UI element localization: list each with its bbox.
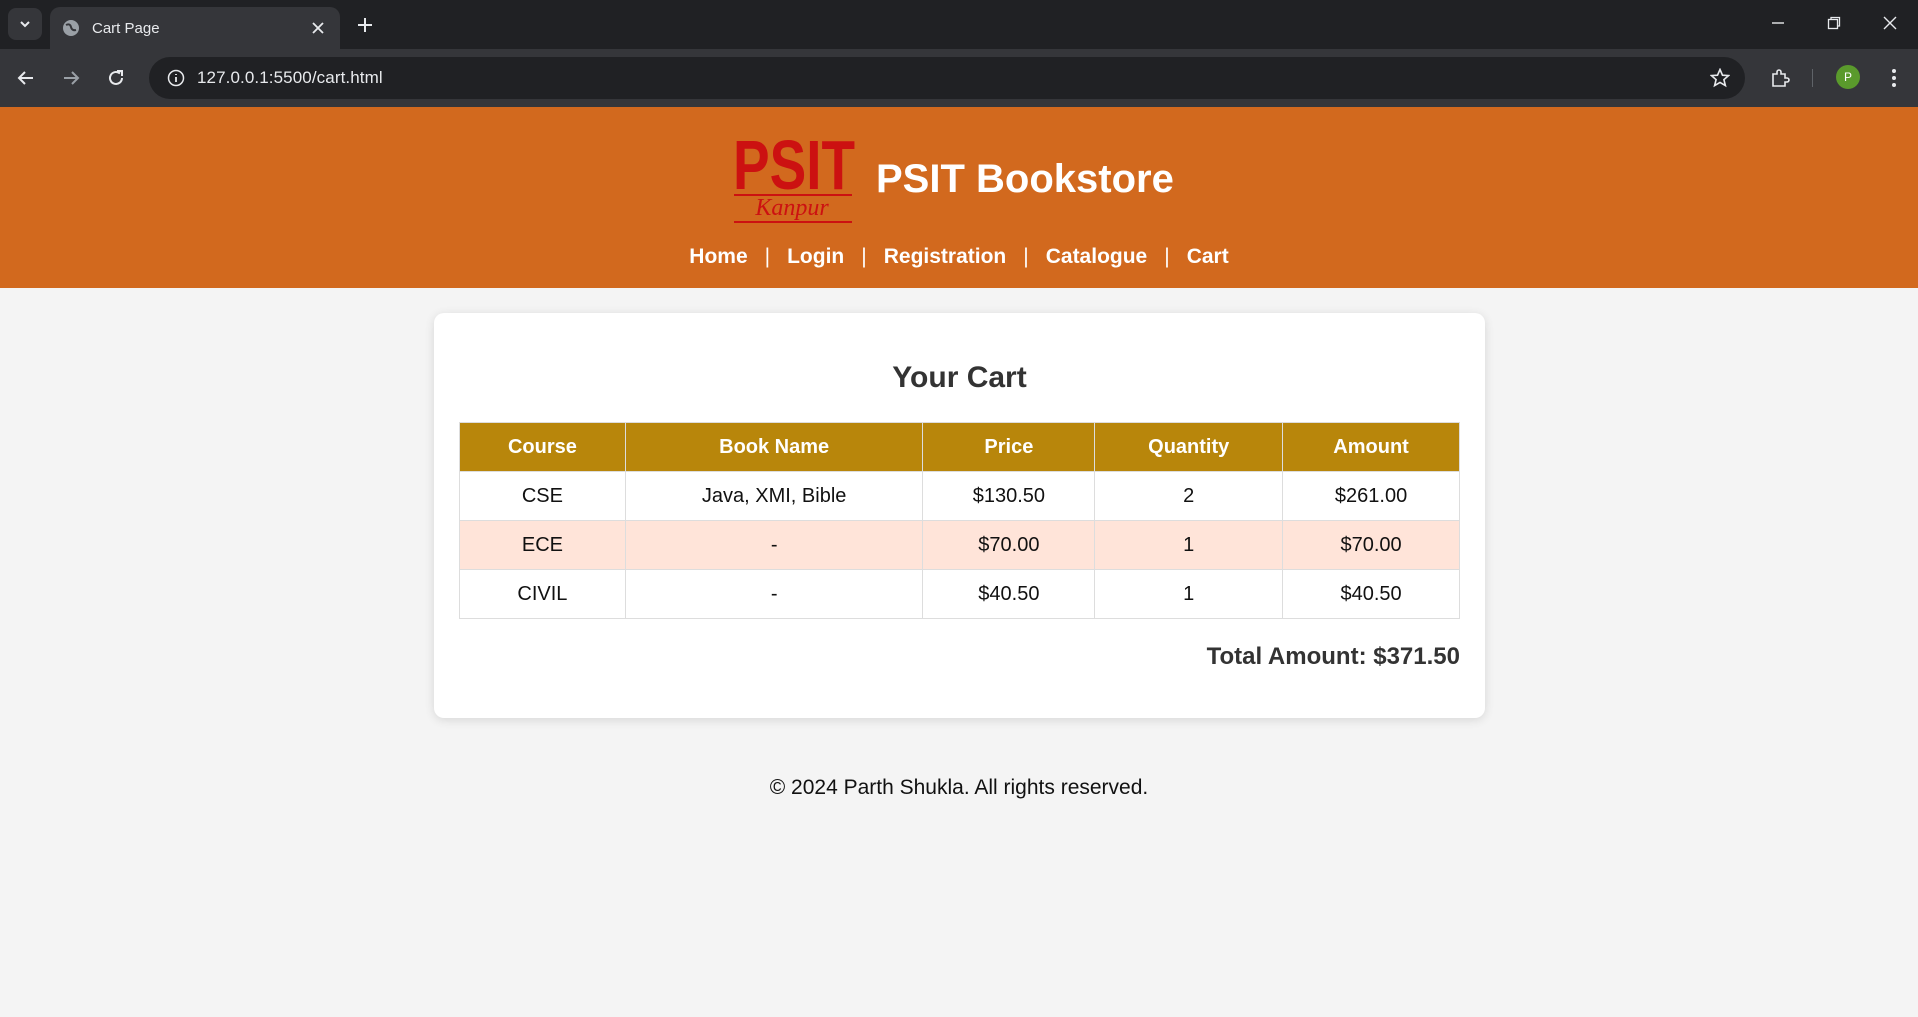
window-close-icon (1883, 16, 1897, 30)
footer-copyright: © 2024 Parth Shukla. All rights reserved… (769, 776, 1149, 799)
cell-amount: $40.50 (1282, 569, 1460, 619)
site-info-icon (167, 69, 185, 87)
cell-course: CIVIL (459, 569, 626, 619)
cell-amount: $261.00 (1282, 471, 1460, 521)
site-info-button[interactable] (155, 57, 197, 99)
profile-avatar[interactable]: P (1836, 65, 1860, 89)
cell-amount: $70.00 (1282, 520, 1460, 570)
kebab-menu-icon (1892, 69, 1896, 87)
window-close-button[interactable] (1862, 0, 1918, 46)
star-icon (1710, 68, 1730, 88)
url-text: 127.0.0.1:5500/cart.html (197, 68, 383, 87)
cell-quantity: 2 (1094, 471, 1284, 521)
active-tab[interactable]: Cart Page (50, 7, 340, 49)
restore-icon (1827, 16, 1841, 30)
tab-list-icon (20, 21, 30, 28)
cell-price: $70.00 (922, 520, 1096, 570)
cell-book-name: Java, XMI, Bible (624, 471, 924, 521)
nav-catalogue[interactable]: Catalogue (1046, 245, 1148, 269)
globe-icon (63, 20, 79, 36)
nav-registration[interactable]: Registration (884, 245, 1007, 269)
minimize-button[interactable] (1750, 0, 1806, 46)
plus-icon (358, 18, 372, 32)
column-header-course: Course (459, 422, 626, 472)
table-row: CSE Java, XMI, Bible $130.50 2 $261.00 (459, 471, 1460, 521)
column-header-quantity: Quantity (1094, 422, 1284, 472)
svg-text:PSIT: PSIT (733, 127, 855, 204)
cell-book-name: - (624, 569, 924, 619)
reload-icon (109, 70, 123, 85)
nav-separator: | (1023, 245, 1029, 268)
cell-price: $40.50 (922, 569, 1096, 619)
address-bar[interactable]: 127.0.0.1:5500/cart.html (149, 57, 1745, 99)
svg-text:Kanpur: Kanpur (754, 195, 829, 221)
new-tab-button[interactable] (352, 12, 378, 38)
close-icon (312, 22, 324, 34)
column-header-book-name: Book Name (624, 422, 924, 472)
cart-heading: Your Cart (892, 361, 1027, 394)
cell-price: $130.50 (922, 471, 1096, 521)
column-header-amount: Amount (1282, 422, 1460, 472)
psit-logo[interactable]: PSIT Kanpur (730, 127, 858, 229)
cell-course: CSE (459, 471, 626, 521)
restore-button[interactable] (1806, 0, 1862, 46)
site-header: PSIT Kanpur PSIT Bookstore Home | Login … (0, 107, 1918, 288)
nav-home[interactable]: Home (689, 245, 747, 269)
nav-separator: | (1164, 245, 1170, 268)
nav-cart[interactable]: Cart (1187, 245, 1229, 269)
cell-quantity: 1 (1094, 520, 1284, 570)
browser-menu-button[interactable] (1876, 60, 1912, 96)
minimize-icon (1772, 22, 1784, 24)
cell-course: ECE (459, 520, 626, 570)
main-nav: Home | Login | Registration | Catalogue … (0, 245, 1918, 269)
back-arrow-icon (17, 71, 33, 85)
bookmark-button[interactable] (1709, 67, 1731, 89)
site-title: PSIT Bookstore (876, 157, 1174, 201)
nav-login[interactable]: Login (787, 245, 844, 269)
browser-toolbar: 127.0.0.1:5500/cart.html P (0, 49, 1918, 107)
nav-separator: | (861, 245, 867, 268)
column-header-price: Price (922, 422, 1096, 472)
cell-book-name: - (624, 520, 924, 570)
tab-list-button[interactable] (8, 8, 42, 40)
extensions-button[interactable] (1762, 60, 1798, 96)
forward-arrow-icon (64, 71, 80, 85)
nav-separator: | (764, 245, 771, 268)
toolbar-divider (1812, 69, 1813, 87)
tab-title: Cart Page (92, 19, 160, 37)
reload-button[interactable] (98, 60, 134, 96)
cart-card: Your Cart Course Book Name Price Quantit… (434, 313, 1485, 718)
back-button[interactable] (8, 60, 44, 96)
table-header-row: Course Book Name Price Quantity Amount (459, 422, 1460, 472)
extensions-icon (1772, 69, 1790, 87)
table-row: CIVIL - $40.50 1 $40.50 (459, 569, 1460, 619)
browser-tab-bar: Cart Page (0, 0, 1918, 49)
close-tab-button[interactable] (308, 18, 328, 38)
cell-quantity: 1 (1094, 569, 1284, 619)
forward-button[interactable] (53, 60, 89, 96)
total-amount: Total Amount: $371.50 (1206, 643, 1460, 670)
cart-table: Course Book Name Price Quantity Amount C… (459, 422, 1460, 619)
table-row: ECE - $70.00 1 $70.00 (459, 520, 1460, 570)
